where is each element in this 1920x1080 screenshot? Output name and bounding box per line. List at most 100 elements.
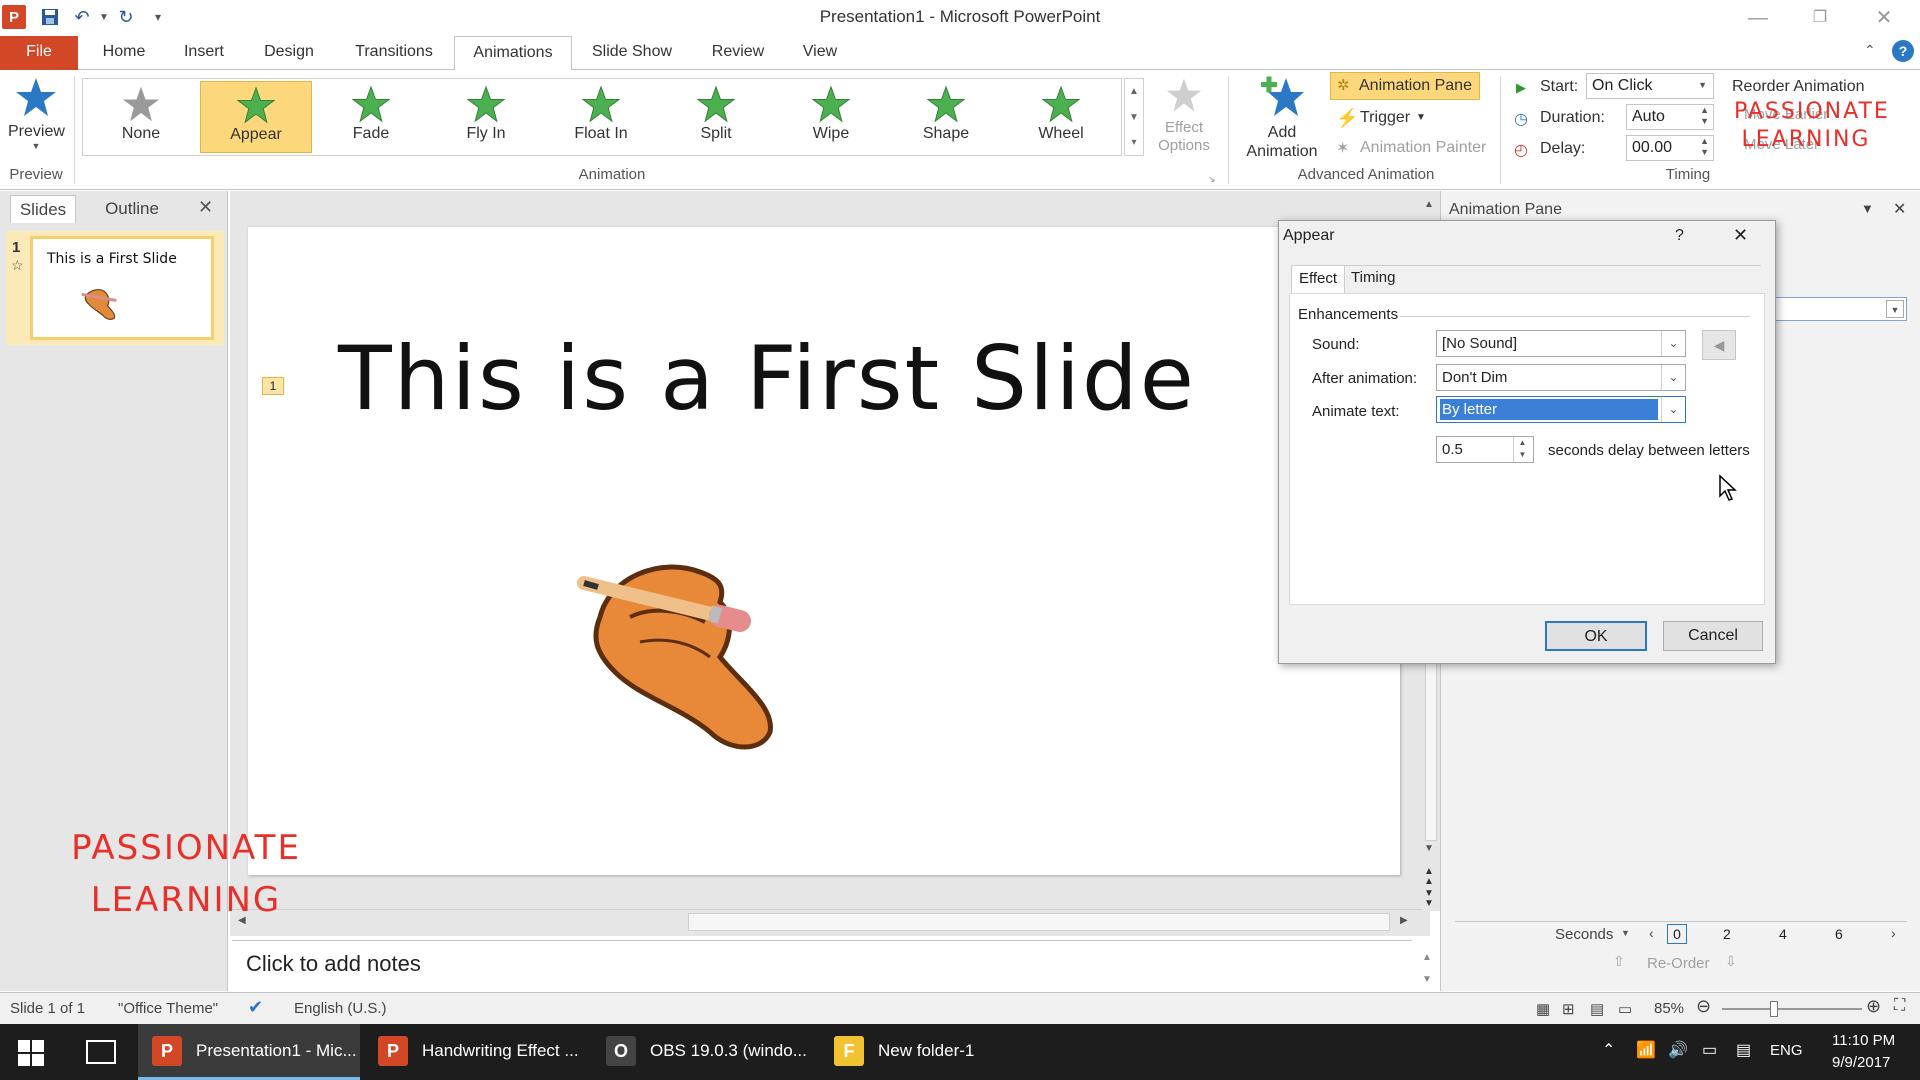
taskbar-app-icon: O xyxy=(606,1036,636,1066)
timeline-prev-icon[interactable]: ‹ xyxy=(1649,925,1654,941)
tab-slide-show[interactable]: Slide Show xyxy=(584,36,680,70)
animation-order-marker[interactable]: 1 xyxy=(262,377,284,395)
dialog-close-button[interactable]: ✕ xyxy=(1733,225,1748,246)
reorder-up-icon[interactable]: ⇧ xyxy=(1613,953,1625,970)
preview-button[interactable]: Preview ▼ xyxy=(8,76,65,168)
tab-design[interactable]: Design xyxy=(254,36,324,70)
taskbar-item-label: OBS 19.0.3 (windo... xyxy=(650,1041,807,1060)
delay-spinner[interactable]: 00.00 ▲ ▼ xyxy=(1626,135,1714,161)
spellcheck-icon[interactable]: ✔ xyxy=(248,997,263,1018)
network-icon[interactable]: 📶 xyxy=(1636,1040,1656,1060)
zoom-in-icon[interactable]: ⊕ xyxy=(1866,996,1881,1017)
action-center-icon[interactable]: ▤ xyxy=(1736,1040,1751,1060)
animation-list-item[interactable]: ▼ xyxy=(1775,297,1907,321)
tab-home[interactable]: Home xyxy=(92,36,156,70)
tab-view[interactable]: View xyxy=(790,36,850,70)
minimize-button[interactable]: — xyxy=(1738,4,1778,32)
normal-view-icon[interactable]: ▦ xyxy=(1536,1000,1550,1018)
slide-sorter-icon[interactable]: ⊞ xyxy=(1562,1000,1575,1018)
ok-button[interactable]: OK xyxy=(1545,621,1647,651)
taskbar-item[interactable]: P Presentation1 - Mic... xyxy=(138,1024,360,1080)
close-button[interactable]: ✕ xyxy=(1864,4,1904,32)
timeline-next-icon[interactable]: › xyxy=(1891,925,1896,941)
start-select[interactable]: On Click ▼ xyxy=(1586,73,1714,99)
seconds-dropdown[interactable]: Seconds xyxy=(1555,926,1613,943)
letter-delay-suffix: seconds delay between letters xyxy=(1548,442,1750,459)
clock-time[interactable]: 11:10 PM xyxy=(1832,1032,1895,1049)
slide-canvas[interactable]: 1 This is a First Slide xyxy=(248,227,1400,875)
taskbar-item[interactable]: F New folder-1 xyxy=(820,1024,1034,1080)
input-language[interactable]: ENG xyxy=(1770,1042,1803,1059)
taskbar-app-icon: F xyxy=(834,1036,864,1066)
help-icon[interactable]: ? xyxy=(1892,40,1914,62)
window-title: Presentation1 - Microsoft PowerPoint xyxy=(819,7,1101,26)
cancel-button[interactable]: Cancel xyxy=(1663,621,1763,651)
sound-select[interactable]: [No Sound] ⌄ xyxy=(1436,330,1686,357)
taskbar-item[interactable]: P Handwriting Effect ... xyxy=(364,1024,588,1080)
collapse-ribbon-icon[interactable]: ⌃ xyxy=(1864,42,1876,59)
dialog-tab-timing[interactable]: Timing xyxy=(1351,269,1395,286)
animation-float-in[interactable]: Float In xyxy=(545,81,657,153)
close-panel-icon[interactable]: ✕ xyxy=(198,197,213,218)
animation-label: Shape xyxy=(922,125,970,142)
animate-text-select[interactable]: By letter ⌄ xyxy=(1436,396,1686,423)
slide-horizontal-scrollbar[interactable]: ◀ ▶ xyxy=(230,909,1422,933)
tab-review[interactable]: Review xyxy=(698,36,778,70)
zoom-out-icon[interactable]: ⊖ xyxy=(1696,996,1711,1017)
add-animation-button[interactable]: Add Animation xyxy=(1236,74,1328,166)
trigger-button[interactable]: Trigger xyxy=(1360,109,1410,127)
hand-writing-clipart[interactable] xyxy=(570,547,790,757)
language[interactable]: English (U.S.) xyxy=(294,1000,387,1017)
theme-name[interactable]: "Office Theme" xyxy=(118,1000,218,1017)
battery-icon[interactable]: ▭ xyxy=(1702,1040,1717,1060)
slideshow-view-icon[interactable]: ▭ xyxy=(1618,1000,1632,1018)
slide-title[interactable]: This is a First Slide xyxy=(338,327,1196,430)
close-pane-icon[interactable]: ✕ xyxy=(1893,199,1906,219)
animation-shape[interactable]: Shape xyxy=(890,81,1002,153)
restore-button[interactable]: ❐ xyxy=(1800,4,1840,32)
tab-file[interactable]: File xyxy=(0,36,78,70)
pane-options-icon[interactable]: ▼ xyxy=(1861,201,1874,216)
notes-pane[interactable]: Click to add notes ▲ ▼ xyxy=(232,940,1432,992)
tab-outline[interactable]: Outline xyxy=(92,195,172,223)
tab-animations[interactable]: Animations xyxy=(454,36,572,71)
clock-date[interactable]: 9/9/2017 xyxy=(1832,1054,1890,1071)
zoom-slider[interactable] xyxy=(1722,1008,1862,1010)
tray-chevron-icon[interactable]: ⌃ xyxy=(1602,1040,1615,1060)
animation-fade[interactable]: Fade xyxy=(315,81,427,153)
animation-split[interactable]: Split xyxy=(660,81,772,153)
dialog-tab-effect[interactable]: Effect xyxy=(1291,265,1345,293)
animation-star-icon xyxy=(351,85,391,123)
gallery-scroll[interactable]: ▲ ▼ ▾ xyxy=(1124,78,1144,156)
after-animation-select[interactable]: Don't Dim ⌄ xyxy=(1436,364,1686,391)
zoom-level[interactable]: 85% xyxy=(1654,1000,1684,1017)
zoom-slider-thumb[interactable] xyxy=(1770,1001,1778,1017)
duration-spinner[interactable]: Auto ▲ ▼ xyxy=(1626,104,1714,130)
animation-star-icon xyxy=(811,85,851,123)
dialog-launcher-icon[interactable]: ↘ xyxy=(1208,174,1216,185)
taskbar-item[interactable]: O OBS 19.0.3 (windo... xyxy=(592,1024,814,1080)
tab-insert[interactable]: Insert xyxy=(172,36,236,70)
reading-view-icon[interactable]: ▤ xyxy=(1590,1000,1604,1018)
tab-transitions[interactable]: Transitions xyxy=(342,36,446,70)
task-view-icon[interactable] xyxy=(86,1040,116,1064)
tab-slides[interactable]: Slides xyxy=(10,195,76,223)
fit-to-window-icon[interactable]: ⛶ xyxy=(1894,997,1905,1015)
slide-editor: 1 This is a First Slide ▲ ▼ ▲ ▲ ▼ ▼ ◀ ▶ xyxy=(230,191,1440,936)
slide-thumbnail[interactable]: This is a First Slide xyxy=(30,236,214,340)
animation-pane-button[interactable]: ✲ Animation Pane xyxy=(1330,72,1480,100)
volume-icon[interactable]: 🔊 xyxy=(1668,1040,1688,1060)
animation-painter-button[interactable]: Animation Painter xyxy=(1360,139,1486,157)
dialog-help-button[interactable]: ? xyxy=(1675,227,1684,245)
speaker-icon[interactable]: ◀ xyxy=(1702,330,1736,360)
reorder-down-icon[interactable]: ⇩ xyxy=(1725,953,1737,970)
animation-wipe[interactable]: Wipe xyxy=(775,81,887,153)
animation-fly-in[interactable]: Fly In xyxy=(430,81,542,153)
animation-wheel[interactable]: Wheel xyxy=(1005,81,1117,153)
effect-options-button[interactable]: Effect Options xyxy=(1150,76,1218,166)
animation-star-icon xyxy=(466,85,506,123)
animation-none[interactable]: None xyxy=(85,81,197,153)
windows-start-icon[interactable] xyxy=(18,1040,44,1071)
animation-appear[interactable]: Appear xyxy=(200,81,312,153)
letter-delay-spinner[interactable]: 0.5 ▲ ▼ xyxy=(1436,436,1534,463)
